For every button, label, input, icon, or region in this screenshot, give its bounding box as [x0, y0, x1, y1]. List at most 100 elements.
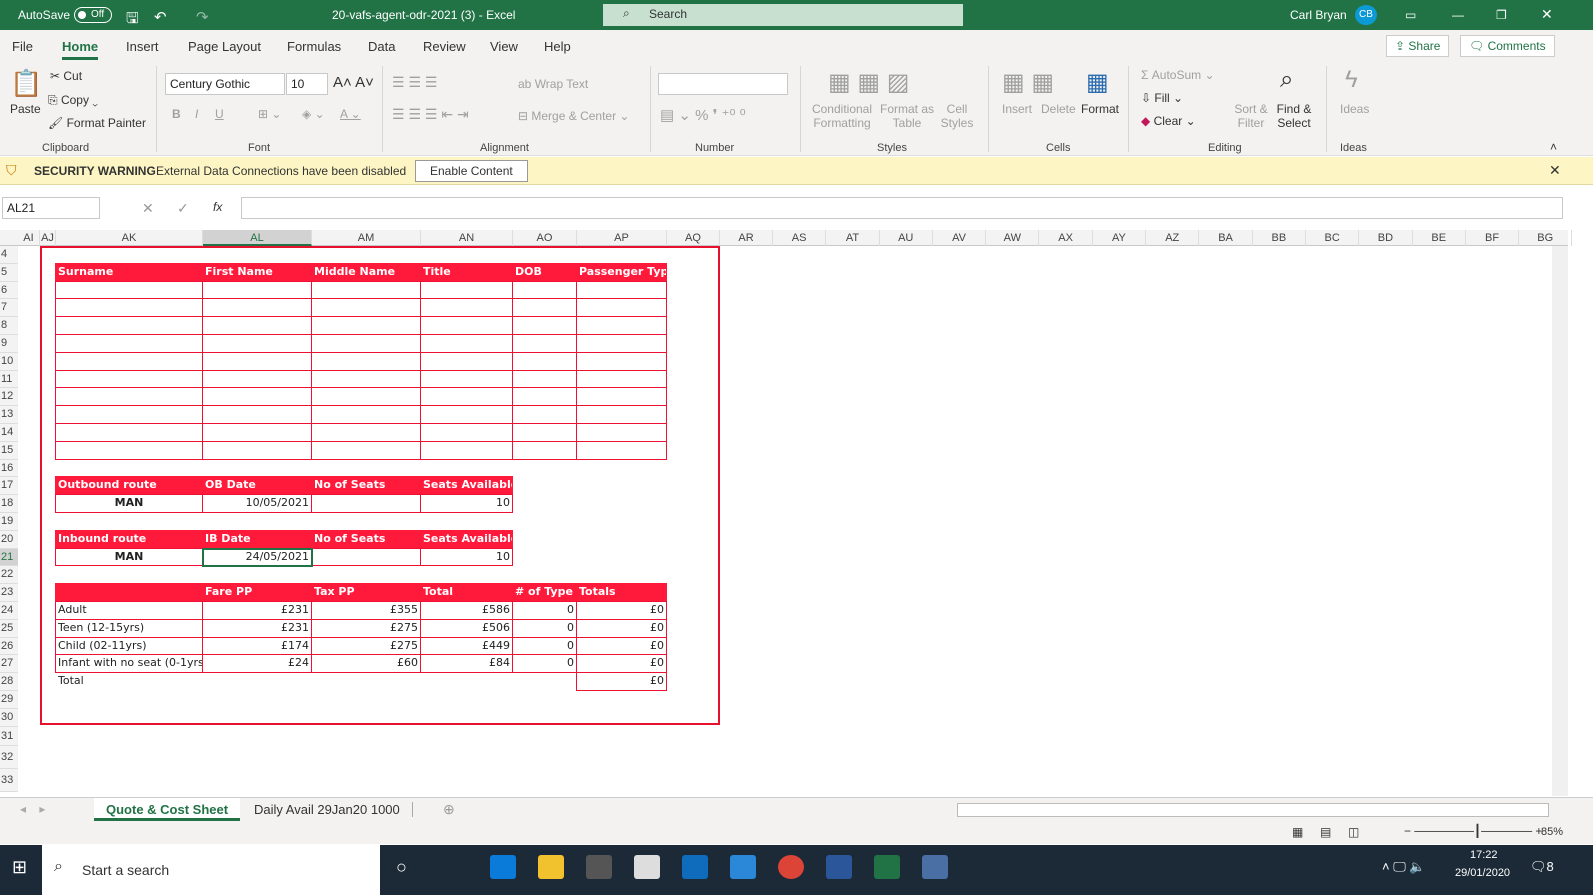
fares-cell[interactable]: 0 [512, 636, 577, 656]
outbound-header-cell[interactable]: No of Seats [311, 476, 421, 496]
row-header-25[interactable]: 25 [0, 619, 18, 638]
insert-function-icon[interactable]: fx [213, 200, 222, 214]
passenger-header-cell[interactable]: Middle Name [311, 262, 421, 282]
inbound-value-cell[interactable] [311, 547, 421, 567]
row-header-7[interactable]: 7 [0, 299, 18, 318]
passenger-cell[interactable] [420, 334, 513, 353]
fares-total-label[interactable]: Total [55, 672, 203, 691]
passenger-cell[interactable] [202, 298, 312, 318]
insert-cells-button[interactable]: Insert [1002, 102, 1032, 116]
font-color-icon[interactable]: A ⌄ [340, 107, 361, 121]
fares-cell[interactable]: £0 [576, 636, 667, 656]
row-header-26[interactable]: 26 [0, 637, 18, 656]
horizontal-scrollbar[interactable] [957, 803, 1549, 817]
row-header-21[interactable]: 21 [0, 548, 18, 567]
inbound-header-cell[interactable]: Inbound route [55, 529, 203, 549]
row-header-23[interactable]: 23 [0, 584, 18, 602]
format-as-table-button[interactable]: Format as Table [878, 102, 936, 130]
row-header-19[interactable]: 19 [0, 513, 18, 531]
passenger-header-cell[interactable]: DOB [512, 262, 577, 282]
row-header-10[interactable]: 10 [0, 352, 18, 371]
passenger-cell[interactable] [55, 440, 203, 460]
row-header-29[interactable]: 29 [0, 691, 18, 709]
tab-file[interactable]: File [12, 39, 33, 54]
outbound-value-cell[interactable] [311, 494, 421, 513]
minimize-icon[interactable]: — [1452, 8, 1464, 22]
fares-header-cell[interactable]: Totals [576, 583, 667, 602]
fares-header-cell[interactable]: # of Type [512, 583, 577, 602]
column-header-ax[interactable]: AX [1040, 230, 1093, 246]
share-button[interactable]: ⇪ Share [1386, 35, 1450, 57]
name-box[interactable]: AL21 [2, 197, 100, 219]
fares-cell[interactable]: £275 [311, 636, 421, 656]
borders-icon[interactable]: ⊞ ⌄ [258, 107, 281, 121]
row-header-22[interactable]: 22 [0, 566, 18, 585]
fares-total-value[interactable]: £0 [576, 672, 667, 691]
passenger-cell[interactable] [512, 280, 577, 300]
outbound-header-cell[interactable]: Seats Available [420, 476, 513, 496]
close-warning-icon[interactable]: ✕ [1549, 162, 1561, 179]
edge-icon[interactable] [490, 855, 516, 879]
column-header-av[interactable]: AV [933, 230, 987, 246]
passenger-cell[interactable] [512, 405, 577, 424]
row-header-30[interactable]: 30 [0, 708, 18, 727]
passenger-cell[interactable] [202, 369, 312, 389]
cell-styles-button[interactable]: Cell Styles [936, 102, 978, 130]
passenger-header-cell[interactable]: Title [420, 262, 513, 282]
passenger-cell[interactable] [311, 351, 421, 371]
zoom-slider[interactable]: − ───────┃────── + [1404, 824, 1542, 838]
row-header-4[interactable]: 4 [0, 246, 18, 264]
store-icon[interactable] [586, 855, 612, 879]
ribbon-display-icon[interactable]: ▭ [1405, 8, 1416, 22]
passenger-cell[interactable] [576, 387, 667, 407]
passenger-cell[interactable] [55, 334, 203, 353]
column-header-am[interactable]: AM [312, 230, 421, 246]
tab-home[interactable]: Home [62, 39, 99, 60]
font-size-increase-icon[interactable]: A˄ A˅ [333, 74, 374, 91]
passenger-cell[interactable] [202, 440, 312, 460]
mail-icon[interactable] [634, 855, 660, 879]
passenger-cell[interactable] [420, 440, 513, 460]
zoom-level[interactable]: 85% [1541, 826, 1563, 838]
row-header-16[interactable]: 16 [0, 459, 18, 478]
passenger-cell[interactable] [202, 280, 312, 300]
passenger-cell[interactable] [202, 423, 312, 442]
passenger-cell[interactable] [576, 423, 667, 442]
italic-button[interactable]: I [195, 107, 198, 121]
fares-cell[interactable]: £355 [311, 601, 421, 620]
passenger-cell[interactable] [576, 334, 667, 353]
passenger-cell[interactable] [420, 298, 513, 318]
row-header-9[interactable]: 9 [0, 335, 18, 353]
column-header-ao[interactable]: AO [513, 230, 577, 246]
file-explorer-icon[interactable] [538, 855, 564, 879]
passenger-cell[interactable] [55, 351, 203, 371]
passenger-cell[interactable] [311, 387, 421, 407]
inbound-value-cell[interactable]: MAN [55, 547, 203, 567]
enable-content-button[interactable]: Enable Content [415, 160, 528, 182]
passenger-cell[interactable] [576, 280, 667, 300]
fares-cell[interactable]: £0 [576, 601, 667, 620]
fill-color-icon[interactable]: ◈ ⌄ [302, 107, 325, 121]
sort-filter-button[interactable]: Sort & Filter [1232, 102, 1270, 130]
passenger-cell[interactable] [576, 369, 667, 389]
column-header-ai[interactable]: AI [18, 230, 40, 246]
row-header-28[interactable]: 28 [0, 673, 18, 691]
column-header-bb[interactable]: BB [1253, 230, 1306, 246]
outbound-value-cell[interactable]: MAN [55, 494, 203, 513]
ideas-button[interactable]: Ideas [1340, 102, 1369, 116]
passenger-cell[interactable] [311, 298, 421, 318]
excel-icon[interactable] [874, 855, 900, 879]
windows-start-icon[interactable]: ⊞ [12, 857, 27, 878]
passenger-cell[interactable] [512, 387, 577, 407]
passenger-cell[interactable] [55, 423, 203, 442]
outbound-value-cell[interactable]: 10 [420, 494, 513, 513]
prev-sheet-icon[interactable]: ◂ ▸ [20, 802, 45, 816]
comments-button[interactable]: 🗨 Comments [1460, 35, 1555, 57]
underline-button[interactable]: U [215, 107, 224, 121]
notifications-icon[interactable]: 🗨8 [1530, 859, 1554, 875]
outbound-header-cell[interactable]: OB Date [202, 476, 312, 496]
passenger-header-cell[interactable]: First Name [202, 262, 312, 282]
sheet-tab-quote-cost[interactable]: Quote & Cost Sheet [94, 798, 241, 821]
tab-help[interactable]: Help [544, 39, 571, 54]
fares-cell[interactable]: 0 [512, 654, 577, 674]
